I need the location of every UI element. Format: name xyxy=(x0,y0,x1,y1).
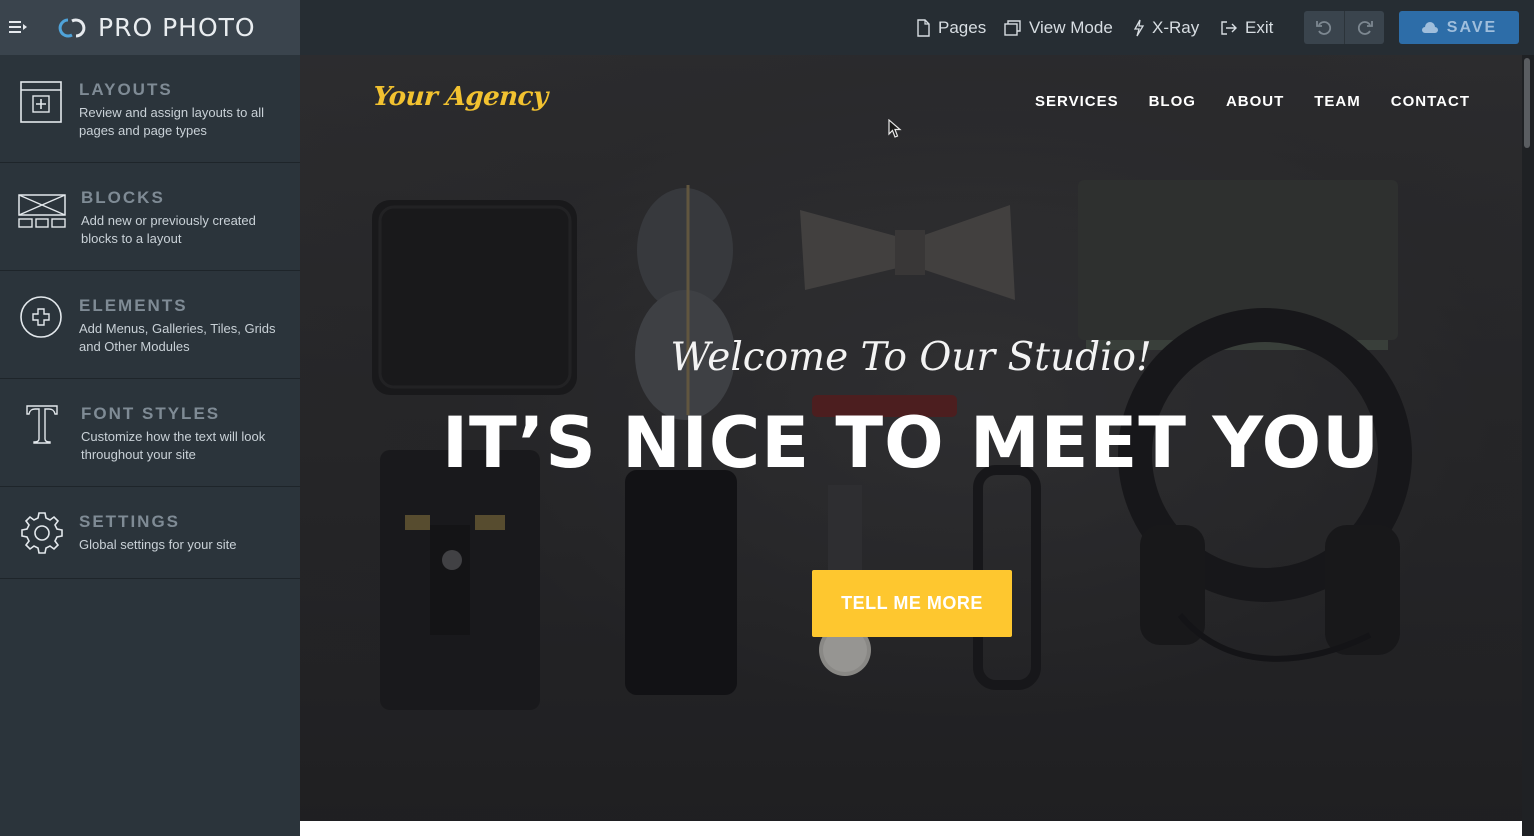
cloud-icon xyxy=(1421,21,1438,33)
exit-icon xyxy=(1221,20,1237,35)
pages-label: Pages xyxy=(938,17,987,37)
sidebar-item-desc: Add new or previously created blocks to … xyxy=(81,213,256,246)
save-button[interactable]: SAVE xyxy=(1399,11,1519,44)
sidebar-item-title: LAYOUTS xyxy=(79,80,173,99)
brand-name: PRO PHOTO xyxy=(98,13,256,42)
xray-button[interactable]: X-Ray xyxy=(1133,0,1199,55)
sidebar-item-title: FONT STYLES xyxy=(81,404,221,423)
sidebar: LAYOUTS Review and assign layouts to all… xyxy=(0,55,300,836)
scrollbar-thumb[interactable] xyxy=(1524,58,1530,148)
save-label: SAVE xyxy=(1446,18,1498,36)
lightning-icon xyxy=(1133,19,1145,36)
menu-toggle-icon[interactable] xyxy=(8,16,30,38)
site-preview-canvas[interactable]: Your Agency SERVICES BLOG ABOUT TEAM CON… xyxy=(300,55,1522,821)
mouse-cursor-icon xyxy=(888,119,902,138)
sidebar-item-title: BLOCKS xyxy=(81,188,165,207)
sidebar-item-desc: Review and assign layouts to all pages a… xyxy=(79,105,264,138)
top-toolbar: PRO PHOTO Pages View Mode X-Ray Exit SAV… xyxy=(0,0,1534,55)
sidebar-item-elements[interactable]: ELEMENTS Add Menus, Galleries, Tiles, Gr… xyxy=(0,271,300,379)
undo-button[interactable] xyxy=(1304,11,1344,44)
exit-label: Exit xyxy=(1245,17,1274,37)
scrollbar[interactable] xyxy=(1522,55,1534,836)
nav-link-contact[interactable]: CONTACT xyxy=(1391,93,1470,110)
sidebar-item-desc: Customize how the text will look through… xyxy=(81,429,266,462)
nav-link-team[interactable]: TEAM xyxy=(1314,93,1361,110)
sidebar-item-blocks[interactable]: BLOCKS Add new or previously created blo… xyxy=(0,163,300,271)
redo-icon xyxy=(1357,20,1373,35)
sidebar-item-settings[interactable]: SETTINGS Global settings for your site xyxy=(0,487,300,579)
font-icon xyxy=(24,403,60,450)
layout-icon xyxy=(18,80,64,131)
sidebar-item-title: SETTINGS xyxy=(79,512,181,531)
hero-subtitle: Welcome To Our Studio! xyxy=(670,335,1152,380)
plus-circle-icon xyxy=(19,295,65,346)
exit-button[interactable]: Exit xyxy=(1220,0,1273,55)
cta-button[interactable]: TELL ME MORE xyxy=(812,570,1012,637)
page-icon xyxy=(917,18,930,37)
sidebar-item-desc: Global settings for your site xyxy=(79,537,237,552)
app-window: PRO PHOTO Pages View Mode X-Ray Exit SAV… xyxy=(0,0,1534,836)
nav-link-about[interactable]: ABOUT xyxy=(1226,93,1284,110)
nav-link-services[interactable]: SERVICES xyxy=(1035,93,1119,110)
brand-area: PRO PHOTO xyxy=(0,0,300,55)
windows-icon xyxy=(1004,20,1021,36)
sidebar-item-font-styles[interactable]: FONT STYLES Customize how the text will … xyxy=(0,379,300,487)
next-section-edge xyxy=(300,821,1522,836)
sidebar-item-title: ELEMENTS xyxy=(79,296,188,315)
view-mode-label: View Mode xyxy=(1029,17,1113,37)
sidebar-item-desc: Add Menus, Galleries, Tiles, Grids and O… xyxy=(79,321,276,354)
site-nav: SERVICES BLOG ABOUT TEAM CONTACT xyxy=(1005,93,1470,110)
agency-logo[interactable]: Your Agency xyxy=(372,82,549,112)
prophoto-logo-icon xyxy=(58,13,92,43)
blocks-icon xyxy=(18,193,68,234)
gear-icon xyxy=(20,511,64,560)
xray-label: X-Ray xyxy=(1152,17,1200,37)
redo-button[interactable] xyxy=(1344,11,1384,44)
nav-link-blog[interactable]: BLOG xyxy=(1149,93,1196,110)
view-mode-button[interactable]: View Mode xyxy=(1004,0,1113,55)
undo-icon xyxy=(1316,20,1332,35)
pages-button[interactable]: Pages xyxy=(916,0,986,55)
hero-headline: IT’S NICE TO MEET YOU xyxy=(442,402,1380,484)
history-controls xyxy=(1304,11,1384,44)
sidebar-item-layouts[interactable]: LAYOUTS Review and assign layouts to all… xyxy=(0,55,300,163)
